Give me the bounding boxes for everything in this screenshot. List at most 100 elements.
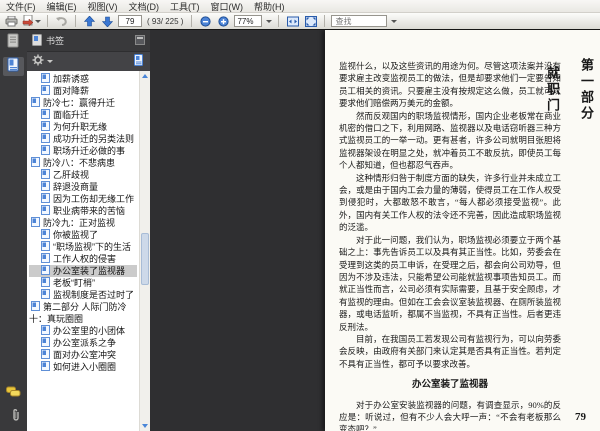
- bookmarks-panel-header: 书签: [27, 30, 150, 51]
- menu-item[interactable]: 编辑(E): [47, 0, 77, 13]
- bookmark-label: 老板“盯梢”: [53, 278, 95, 288]
- bookmark-item[interactable]: 乙肝歧视: [29, 169, 137, 181]
- toolbar-separator: [324, 15, 326, 27]
- bookmark-page-icon: [41, 169, 50, 179]
- toolbar: ( 93/ 225 ): [0, 13, 600, 30]
- bookmark-label: 辞退没商量: [53, 182, 99, 192]
- menu-item[interactable]: 文件(F): [6, 0, 36, 13]
- bookmark-item[interactable]: 防冷七：赢得升迁: [29, 97, 137, 109]
- section-heading: 办公室装了监视器: [411, 380, 488, 391]
- bookmark-item[interactable]: 职场升迁必做的事: [29, 145, 137, 157]
- bookmark-label: 办公室装了监视器: [53, 266, 126, 276]
- menu-item[interactable]: 视图(V): [88, 0, 118, 13]
- bookmark-label: 办公室派系之争: [53, 338, 117, 348]
- menu-item[interactable]: 帮助(H): [254, 0, 285, 13]
- bookmark-list: 加薪诱惑 面对降薪 防冷七：赢得升迁 面临升迁 为何升职无缘 成功升迁的另类法则 职场升迁必…: [27, 71, 150, 431]
- toolbar-separator: [47, 15, 48, 27]
- bookmark-item[interactable]: 成功升迁的另类法则: [29, 133, 137, 145]
- pdf-reader-window: 文件(F) 编辑(E) 视图(V) 文档(D) 工具(T) 窗口(W) 帮助(H) ( 93…: [0, 0, 600, 431]
- zoom-level-input[interactable]: [234, 15, 263, 27]
- menu-item[interactable]: 工具(T): [170, 0, 200, 13]
- bookmark-page-icon: [31, 97, 40, 107]
- page-count-label: ( 93/ 225 ): [147, 16, 184, 26]
- bookmark-page-icon: [41, 205, 50, 215]
- body-paragraph: 目前，在我国员工若发现公司有监视行为，可以向劳委会反映，由政府有关部门来认定其是…: [339, 333, 561, 369]
- scroll-up-icon[interactable]: [142, 74, 148, 78]
- scroll-down-icon[interactable]: [142, 424, 148, 428]
- bookmark-page-icon: [41, 349, 50, 359]
- bookmark-item[interactable]: 监视制度是否过时了: [29, 289, 137, 301]
- bookmark-item[interactable]: 辞退没商量: [29, 181, 137, 193]
- pages-panel-icon: [7, 33, 20, 53]
- prev-page-icon: [84, 15, 95, 27]
- bookmark-page-icon: [41, 241, 50, 251]
- bookmark-label: 成功升迁的另类法则: [53, 134, 135, 144]
- bookmark-label: 工作人权的侵害: [53, 254, 117, 264]
- bookmark-item[interactable]: 面对降薪: [29, 85, 137, 97]
- bookmark-item[interactable]: 防冷八：不悲病患: [29, 157, 137, 169]
- bookmark-item[interactable]: 防冷九：正对监视: [29, 217, 137, 229]
- next-page-button[interactable]: [100, 14, 115, 28]
- page-number-input[interactable]: [118, 15, 142, 27]
- bookmarks-panel-icon: [7, 57, 20, 77]
- bookmark-scrollbar[interactable]: [139, 71, 150, 431]
- bookmark-label: 乙肝歧视: [53, 170, 90, 180]
- fit-width-button[interactable]: [285, 14, 300, 28]
- search-dropdown-caret-icon[interactable]: [391, 19, 398, 23]
- bookmark-item[interactable]: 第二部分 人际门防冷十：真玩圈圈: [29, 301, 137, 325]
- zoom-out-button[interactable]: [198, 14, 213, 28]
- gear-options-button[interactable]: [32, 53, 44, 71]
- bookmark-label: 第二部分 人际门防冷十：真玩圈圈: [29, 302, 127, 324]
- menu-item[interactable]: 文档(D): [129, 0, 160, 13]
- bookmark-page-icon: [31, 217, 40, 227]
- pages-panel-button[interactable]: [3, 33, 24, 52]
- undo-button[interactable]: [54, 14, 69, 28]
- bookmark-item[interactable]: 加薪诱惑: [29, 73, 137, 85]
- document-view[interactable]: 监视什么，以及这些资讯的用途为何。尽管这项法案并没有要求雇主改变监视员工的做法，…: [150, 30, 600, 431]
- bookmark-label: 防冷八：不悲病患: [43, 158, 116, 168]
- save-dropdown-caret-icon: [35, 19, 41, 23]
- toolbar-separator: [191, 15, 193, 27]
- attachments-panel-button[interactable]: [3, 408, 24, 427]
- bookmark-item[interactable]: 面对办公室冲突: [29, 349, 137, 361]
- menu-bar: 文件(F) 编辑(E) 视图(V) 文档(D) 工具(T) 窗口(W) 帮助(H): [0, 0, 600, 13]
- bookmark-item[interactable]: 如何进入小圈圈: [29, 361, 137, 373]
- previous-page-button[interactable]: [82, 14, 97, 28]
- bookmark-label: “职场监视”下的生活: [53, 242, 131, 252]
- bookmark-page-icon: [41, 133, 50, 143]
- bookmark-item[interactable]: “职场监视”下的生活: [29, 241, 137, 253]
- bookmark-item[interactable]: 办公室里的小团体: [29, 325, 137, 337]
- bookmark-item[interactable]: 办公室派系之争: [29, 337, 137, 349]
- bookmark-item[interactable]: 你被监视了: [29, 229, 137, 241]
- bookmark-label: 面临升迁: [53, 110, 90, 120]
- search-input[interactable]: [331, 15, 388, 27]
- bookmark-item[interactable]: 职业病带来的苦恼: [29, 205, 137, 217]
- zoom-dropdown-caret-icon[interactable]: [266, 19, 273, 23]
- bookmark-item[interactable]: 老板“盯梢”: [29, 277, 137, 289]
- comments-panel-button[interactable]: [3, 384, 24, 403]
- bookmark-item[interactable]: 为何升职无缘: [29, 121, 137, 133]
- save-button[interactable]: [22, 14, 41, 28]
- expand-current-bookmark-button[interactable]: [133, 53, 145, 71]
- fit-page-button[interactable]: [303, 14, 318, 28]
- bookmarks-panel-button[interactable]: [3, 57, 24, 76]
- bookmark-item[interactable]: 工作人权的侵害: [29, 253, 137, 265]
- bookmark-item[interactable]: 因为工伤却无缘工作: [29, 193, 137, 205]
- bookmark-page-icon: [41, 325, 50, 335]
- panel-title: 书签: [46, 36, 65, 46]
- comments-panel-icon: [6, 385, 21, 403]
- print-button[interactable]: [4, 14, 19, 28]
- bookmark-item[interactable]: 办公室装了监视器: [29, 265, 137, 277]
- bookmark-page-icon: [41, 229, 50, 239]
- zoom-in-button[interactable]: [216, 14, 231, 28]
- menu-item[interactable]: 窗口(W): [211, 0, 244, 13]
- scrollbar-thumb[interactable]: [141, 233, 149, 285]
- pdf-page: 监视什么，以及这些资讯的用途为何。尽管这项法案并没有要求雇主改变监视员工的做法，…: [325, 30, 600, 431]
- bookmark-page-icon: [41, 361, 50, 371]
- bookmark-item[interactable]: 面临升迁: [29, 109, 137, 121]
- next-page-icon: [102, 16, 113, 27]
- panel-options-button[interactable]: [135, 34, 145, 47]
- toolbar-separator: [278, 15, 280, 27]
- gear-dropdown-caret-icon[interactable]: [47, 60, 53, 63]
- zoom-in-icon: [218, 15, 230, 27]
